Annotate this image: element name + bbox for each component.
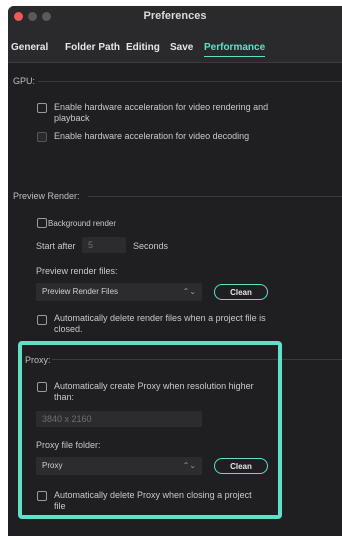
tab-save[interactable]: Save <box>170 42 193 53</box>
hw-decode-label: Enable hardware acceleration for video d… <box>54 131 250 141</box>
hw-decode-checkbox[interactable] <box>37 132 47 142</box>
seconds-label: Seconds <box>133 241 169 251</box>
proxy-highlight-box <box>18 341 282 519</box>
preview-clean-button[interactable]: Clean <box>214 284 268 300</box>
auto-delete-render-label: Automatically delete render files when a… <box>54 313 266 334</box>
preview-files-select[interactable]: Preview Render Files ⌃⌄ <box>36 283 202 301</box>
chevron-updown-icon: ⌃⌄ <box>182 287 196 296</box>
tab-editing[interactable]: Editing <box>126 42 160 53</box>
gpu-divider <box>38 81 342 82</box>
start-after-input[interactable]: 5 <box>82 237 126 253</box>
window-title: Preferences <box>143 10 207 22</box>
preview-render-section-label: Preview Render: <box>13 191 80 201</box>
tab-folder-path[interactable]: Folder Path <box>65 42 120 53</box>
tab-bar: General Folder Path Editing Save Perform… <box>8 28 342 63</box>
hw-render-checkbox[interactable] <box>37 103 47 113</box>
background-render-checkbox[interactable] <box>37 218 47 228</box>
tab-general[interactable]: General <box>11 42 48 53</box>
hw-render-label: Enable hardware acceleration for video r… <box>54 102 269 123</box>
preview-render-divider <box>88 196 342 197</box>
preview-files-select-value: Preview Render Files <box>42 287 119 296</box>
auto-delete-render-checkbox[interactable] <box>37 315 47 325</box>
preview-files-label: Preview render files: <box>36 266 118 276</box>
tab-performance[interactable]: Performance <box>204 42 266 57</box>
gpu-section-label: GPU: <box>13 76 36 86</box>
title-bar: Preferences <box>8 6 342 28</box>
background-render-label: Background render <box>48 219 117 228</box>
start-after-label: Start after <box>36 241 76 251</box>
